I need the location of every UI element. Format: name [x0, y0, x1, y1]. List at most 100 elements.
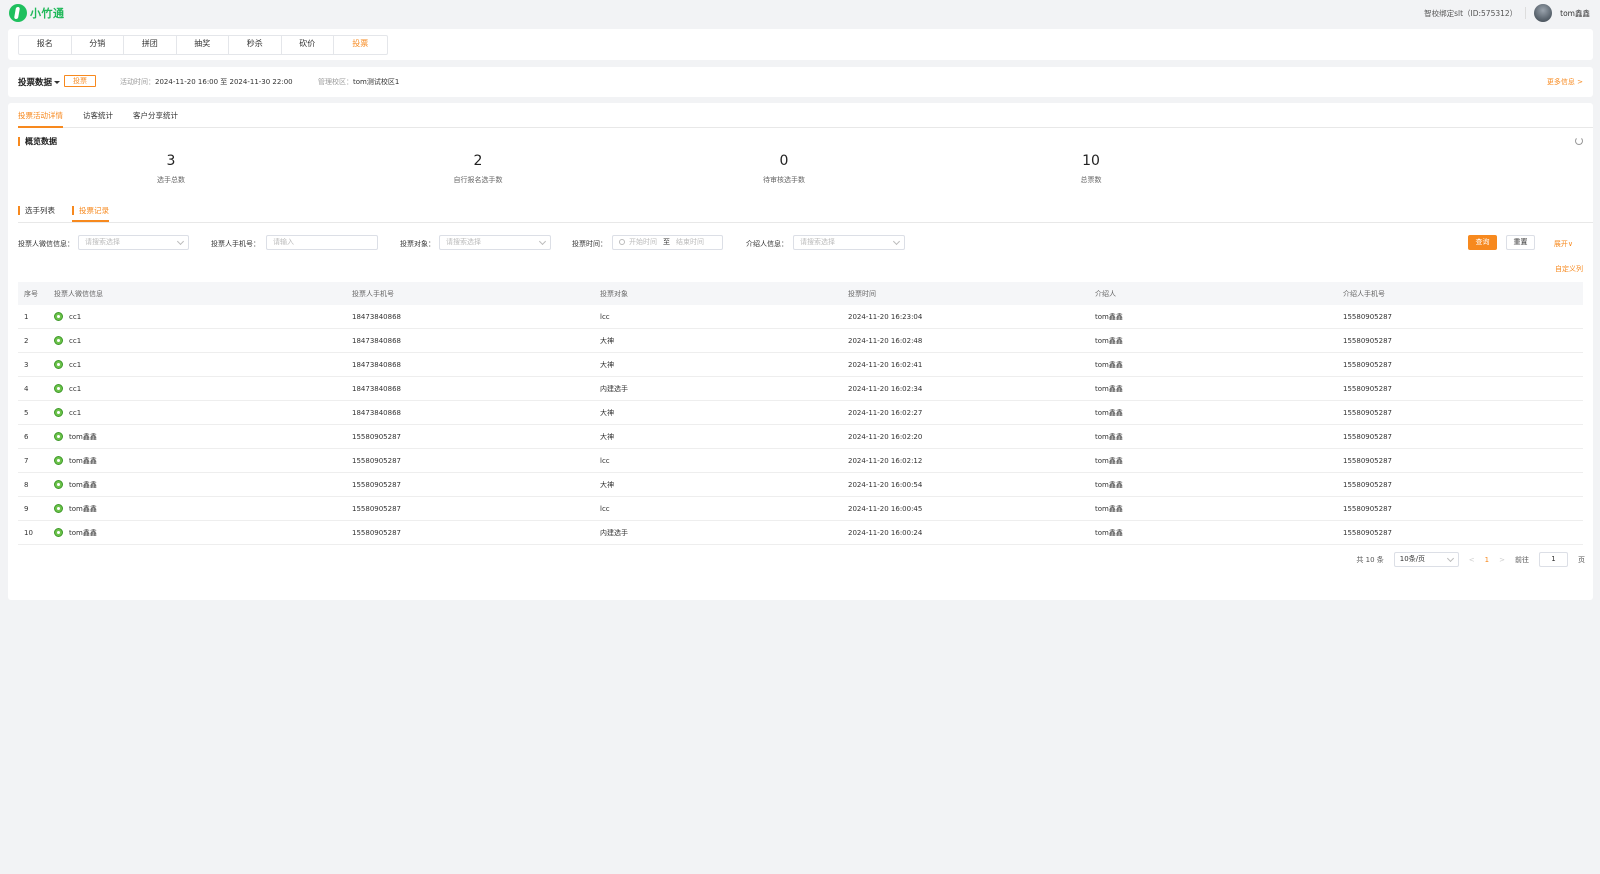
detail-tabs: 投票活动详情 访客统计 客户分享统计 [18, 103, 1593, 128]
module-tabs: 报名 分销 拼团 抽奖 秒杀 砍价 投票 [18, 35, 388, 55]
table-row: 8 tom鑫鑫 15580905287 大神 2024-11-20 16:00:54 to… [18, 473, 1583, 497]
voter-nickname: cc1 [69, 312, 82, 321]
time-start-placeholder: 开始时间 [629, 238, 657, 246]
cell-referrer-phone: 15580905287 [1343, 456, 1392, 465]
voter-nickname: cc1 [69, 408, 82, 417]
cell-index: 3 [24, 360, 29, 369]
voter-nickname: cc1 [69, 336, 82, 345]
tab-contestant-list[interactable]: 选手列表 [18, 206, 55, 215]
module-tab-vote[interactable]: 投票 [334, 36, 387, 54]
cell-index: 7 [24, 456, 29, 465]
cell-referrer-phone: 15580905287 [1343, 432, 1392, 441]
cell-referrer: tom鑫鑫 [1095, 384, 1123, 393]
cell-vote-time: 2024-11-20 16:02:20 [848, 432, 923, 441]
stat-total-contestants: 3 选手总数 [111, 153, 231, 185]
wechat-avatar-icon [54, 456, 63, 465]
wechat-avatar-icon [54, 480, 63, 489]
referrer-filter-select[interactable]: 请搜索选择 [793, 235, 905, 250]
stat-label: 自行报名选手数 [453, 176, 503, 184]
expand-filters-button[interactable]: 展开∨ [1554, 239, 1573, 249]
stat-value: 2 [473, 153, 483, 169]
avatar[interactable] [1534, 4, 1553, 22]
table-row: 9 tom鑫鑫 15580905287 lcc 2024-11-20 16:00:45 t… [18, 497, 1583, 521]
cell-voter-wechat: tom鑫鑫 [54, 480, 352, 490]
module-tab-lottery[interactable]: 抽奖 [177, 36, 229, 54]
prev-page-button[interactable]: < [1469, 556, 1475, 564]
module-tab-distribution[interactable]: 分销 [72, 36, 124, 54]
module-tab-signup[interactable]: 报名 [19, 36, 72, 54]
reset-button[interactable]: 重置 [1506, 235, 1535, 250]
managed-campus-label: 管理校区： [318, 78, 353, 86]
cell-vote-target: lcc [600, 312, 610, 321]
data-type-dropdown[interactable]: 投票数据 [18, 76, 61, 88]
cell-voter-wechat: cc1 [54, 384, 352, 393]
col-header-voter-phone: 投票人手机号 [352, 289, 394, 298]
cell-voter-wechat: tom鑫鑫 [54, 528, 352, 538]
goto-page-input[interactable]: 1 [1539, 552, 1568, 567]
time-range-picker[interactable]: 开始时间至结束时间 [612, 235, 723, 250]
time-range-separator: 至 [663, 238, 670, 246]
school-name[interactable]: 智校绑定slt（ID:575312） [1424, 8, 1517, 19]
voter-nickname: tom鑫鑫 [69, 480, 97, 489]
voter-nickname: tom鑫鑫 [69, 456, 97, 465]
divider [1525, 7, 1527, 19]
tab-share-stats[interactable]: 客户分享统计 [133, 103, 178, 127]
page-number-current[interactable]: 1 [1485, 556, 1489, 564]
cell-voter-phone: 18473840868 [352, 360, 401, 369]
table-row: 1 cc1 18473840868 lcc 2024-11-20 16:23:04 tom… [18, 305, 1583, 329]
voter-nickname: cc1 [69, 384, 82, 393]
refresh-icon[interactable] [1575, 137, 1583, 145]
next-page-button[interactable]: > [1499, 556, 1505, 564]
clock-icon [619, 239, 625, 245]
cell-vote-target: 大神 [600, 360, 614, 369]
record-tabs: 选手列表 投票记录 [18, 206, 1593, 223]
query-button[interactable]: 查询 [1468, 235, 1497, 250]
table-row: 4 cc1 18473840868 内建选手 2024-11-20 16:02:34 to… [18, 377, 1583, 401]
voter-nickname: tom鑫鑫 [69, 504, 97, 513]
tab-vote-records[interactable]: 投票记录 [72, 206, 109, 222]
more-info-link[interactable]: 更多信息 > [1547, 77, 1583, 87]
cell-index: 8 [24, 480, 29, 489]
cell-referrer-phone: 15580905287 [1343, 384, 1392, 393]
cell-voter-phone: 15580905287 [352, 480, 401, 489]
stat-total-votes: 10 总票数 [1031, 153, 1151, 185]
cell-vote-time: 2024-11-20 16:02:41 [848, 360, 923, 369]
module-tab-bargain[interactable]: 砍价 [282, 36, 334, 54]
cell-vote-time: 2024-11-20 16:00:54 [848, 480, 923, 489]
target-filter-select[interactable]: 请搜索选择 [439, 235, 551, 250]
cell-referrer: tom鑫鑫 [1095, 336, 1123, 345]
custom-columns-button[interactable]: 自定义列 [1555, 264, 1583, 274]
col-header-voter-wechat: 投票人微信信息 [54, 289, 103, 298]
brand-name: 小竹通 [30, 7, 65, 20]
stat-pending-review: 0 待审核选手数 [724, 153, 844, 185]
cell-vote-time: 2024-11-20 16:02:48 [848, 336, 923, 345]
chevron-down-icon [54, 81, 61, 84]
cell-vote-time: 2024-11-20 16:02:34 [848, 384, 923, 393]
voter-nickname: cc1 [69, 360, 82, 369]
cell-vote-time: 2024-11-20 16:02:12 [848, 456, 923, 465]
wechat-filter-select[interactable]: 请搜索选择 [78, 235, 189, 250]
module-tab-group-buy[interactable]: 拼团 [124, 36, 177, 54]
module-tab-flash-sale[interactable]: 秒杀 [229, 36, 282, 54]
cell-voter-phone: 15580905287 [352, 504, 401, 513]
tab-visitor-stats[interactable]: 访客统计 [83, 103, 113, 127]
total-count: 共 10 条 [1356, 555, 1384, 564]
phone-filter-label: 投票人手机号： [211, 240, 260, 248]
page-size-select[interactable]: 10条/页 [1393, 552, 1459, 567]
phone-filter-input[interactable]: 请输入 [266, 235, 378, 250]
cell-vote-target: lcc [600, 456, 610, 465]
stat-label: 待审核选手数 [763, 176, 805, 184]
tab-vote-details[interactable]: 投票活动详情 [18, 103, 63, 128]
cell-referrer: tom鑫鑫 [1095, 312, 1123, 321]
brand-logo[interactable]: 小竹通 [9, 4, 65, 22]
cell-referrer-phone: 15580905287 [1343, 504, 1392, 513]
voter-nickname: tom鑫鑫 [69, 528, 97, 537]
cell-voter-wechat: cc1 [54, 408, 352, 417]
cell-referrer: tom鑫鑫 [1095, 504, 1123, 513]
table-row: 6 tom鑫鑫 15580905287 大神 2024-11-20 16:02:20 to… [18, 425, 1583, 449]
cell-referrer-phone: 15580905287 [1343, 360, 1392, 369]
username[interactable]: tom鑫鑫 [1560, 8, 1590, 19]
cell-voter-phone: 18473840868 [352, 408, 401, 417]
cell-referrer: tom鑫鑫 [1095, 432, 1123, 441]
stat-self-registered: 2 自行报名选手数 [418, 153, 538, 185]
